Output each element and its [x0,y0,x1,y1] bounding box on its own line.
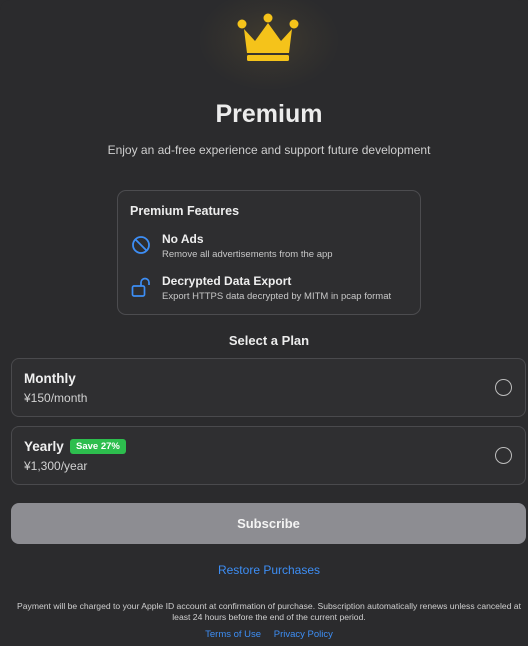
subscribe-button[interactable]: Subscribe [11,503,526,544]
premium-features-card: Premium Features No Ads Remove all adver… [117,190,421,315]
features-title: Premium Features [130,204,240,218]
feature-name: No Ads [162,232,204,246]
plan-monthly[interactable]: Monthly ¥150/month [11,358,526,417]
unlock-icon [131,277,150,297]
feature-description: Remove all advertisements from the app [162,249,333,260]
feature-no-ads: No Ads Remove all advertisements from th… [130,232,420,264]
restore-purchases-link[interactable]: Restore Purchases [0,563,528,577]
privacy-policy-link[interactable]: Privacy Policy [274,629,333,640]
plan-yearly[interactable]: Yearly Save 27% ¥1,300/year [11,426,526,485]
plan-name: Monthly [24,371,76,386]
plan-price: ¥150/month [24,391,88,405]
feature-description: Export HTTPS data decrypted by MITM in p… [162,291,392,302]
page-title: Premium [215,100,323,128]
page-subtitle: Enjoy an ad-free experience and support … [107,143,431,157]
premium-window: Premium Enjoy an ad-free experience and … [0,0,528,646]
feature-name: Decrypted Data Export [162,274,292,288]
footer-links: Terms of Use Privacy Policy [0,629,528,640]
no-symbol-icon [132,236,150,254]
plan-name: Yearly [24,439,64,454]
plan-price: ¥1,300/year [24,459,88,473]
legal-text: Payment will be charged to your Apple ID… [17,601,521,622]
plan-radio-button[interactable] [495,447,512,464]
select-plan-title: Select a Plan [228,333,310,348]
feature-data-export: Decrypted Data Export Export HTTPS data … [130,274,420,306]
savings-badge: Save 27% [70,439,126,454]
plan-radio-button[interactable] [495,379,512,396]
terms-of-use-link[interactable]: Terms of Use [205,629,261,640]
crown-icon [237,13,299,61]
